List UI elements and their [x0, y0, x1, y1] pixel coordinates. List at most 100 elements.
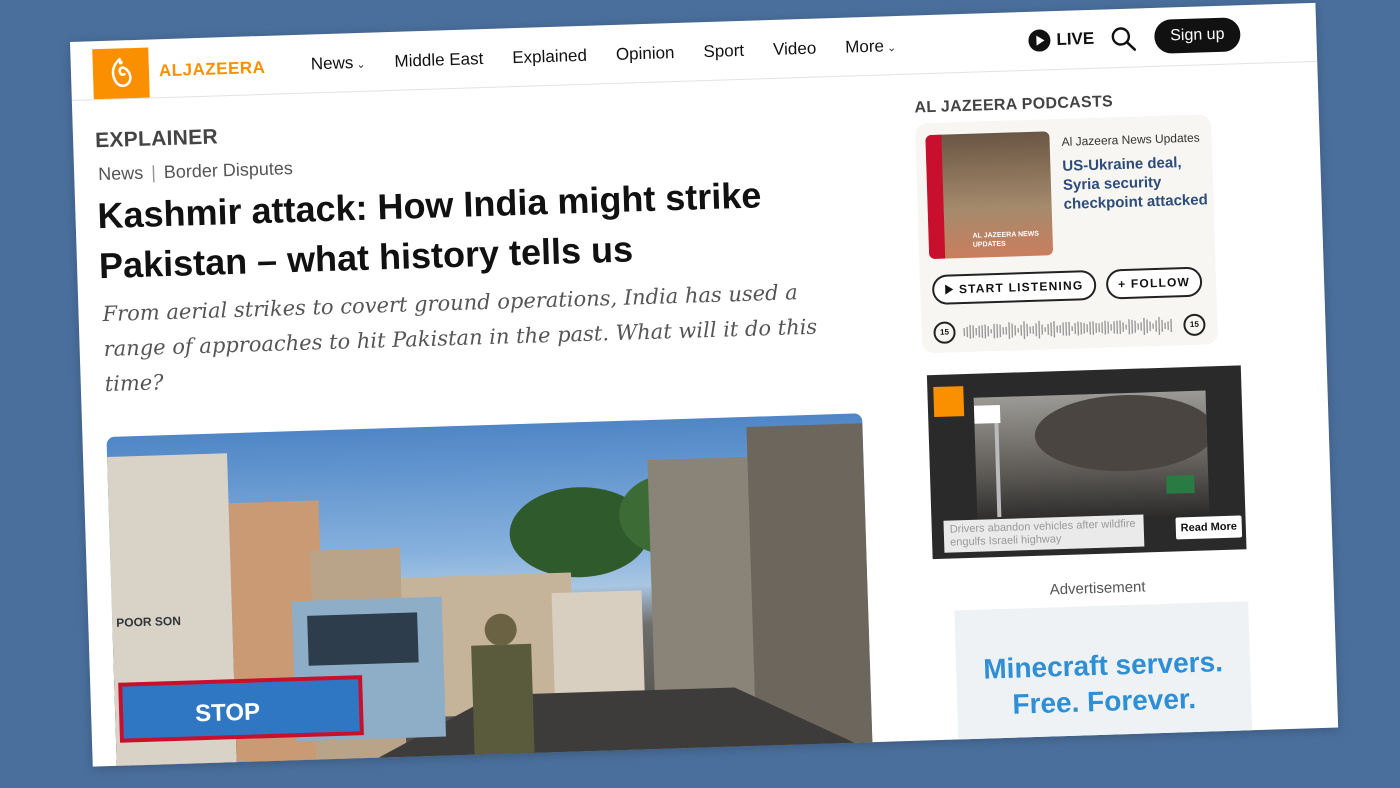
search-icon[interactable]: [1110, 26, 1137, 53]
video-caption: Drivers abandon vehicles after wildfire …: [943, 514, 1145, 553]
waveform-bar: [1101, 322, 1104, 334]
nav-item-sport[interactable]: Sport: [703, 41, 744, 62]
podcast-source: Al Jazeera News Updates: [1061, 130, 1200, 149]
waveform-bar: [1056, 325, 1059, 333]
article-headline: Kashmir attack: How India might strike P…: [96, 174, 762, 287]
nav-item-label: Middle East: [394, 49, 484, 71]
waveform-bar: [993, 323, 996, 339]
breadcrumb-item-news[interactable]: News: [98, 163, 144, 184]
sign-up-button[interactable]: Sign up: [1153, 17, 1241, 54]
building-right-2: [746, 423, 873, 747]
waveform-bar: [1047, 323, 1050, 335]
waveform-bar: [1002, 327, 1005, 335]
main-nav: News ⌄ Middle East Explained Opinion Spor…: [311, 35, 926, 74]
aljazeera-logo[interactable]: [92, 47, 150, 100]
waveform-bar: [1140, 322, 1142, 331]
waveform-bar: [1008, 322, 1011, 340]
waveform-bar: [1077, 321, 1080, 336]
waveform-bar: [1041, 324, 1044, 335]
waveform-bar: [1143, 317, 1146, 336]
nav-item-middle-east[interactable]: Middle East: [394, 49, 483, 72]
shop-sign-text: POOR SON: [116, 614, 181, 630]
live-label: LIVE: [1056, 28, 1095, 50]
podcast-thumbnail[interactable]: AL JAZEERA NEWS UPDATES: [925, 131, 1054, 260]
waveform-bar: [1152, 323, 1154, 329]
waveform-bar: [1131, 319, 1134, 334]
nav-item-opinion[interactable]: Opinion: [616, 43, 675, 65]
follow-button[interactable]: + FOLLOW: [1105, 266, 1203, 300]
waveform-bar: [981, 325, 984, 338]
advertisement-banner[interactable]: Minecraft servers. Free. Forever.: [954, 601, 1253, 751]
waveform-bar: [1080, 322, 1083, 335]
hero-scene: STOP POOR SON: [107, 423, 873, 767]
waveform-bar: [969, 324, 972, 339]
nav-item-label: Explained: [511, 45, 588, 68]
waveform-bar: [1119, 320, 1122, 334]
waveform-bar: [1137, 323, 1139, 330]
video-scene: [973, 394, 1215, 518]
read-more-button[interactable]: Read More: [1175, 515, 1243, 540]
podcast-thumb-caption: AL JAZEERA NEWS UPDATES: [972, 230, 1040, 249]
nav-item-label: More: [844, 36, 885, 57]
nav-item-label: Sport: [703, 40, 745, 62]
waveform-bar: [1044, 327, 1046, 332]
nav-item-explained[interactable]: Explained: [512, 46, 587, 68]
waveform-bar: [1062, 322, 1065, 336]
soldier: [471, 643, 535, 756]
podcasts-heading: AL JAZEERA PODCASTS: [914, 93, 1114, 117]
waveform-bar: [984, 324, 987, 339]
israel-flag: [973, 404, 1001, 424]
nav-item-news[interactable]: News ⌄: [311, 53, 366, 75]
waveform-bar: [1005, 326, 1008, 335]
logo-wordmark[interactable]: ALJAZEERA: [159, 58, 266, 81]
skip-forward-15-icon[interactable]: 15: [1183, 313, 1206, 337]
podcast-card: AL JAZEERA NEWS UPDATES Al Jazeera News …: [914, 114, 1219, 354]
start-listening-button[interactable]: START LISTENING: [931, 269, 1097, 306]
smoke-shape: [1034, 394, 1215, 472]
waveform-bar: [1110, 324, 1112, 331]
podcast-badge: [925, 134, 946, 260]
waveform-bar: [966, 326, 969, 338]
nav-item-more[interactable]: More ⌄: [845, 36, 897, 58]
waveform-bar: [999, 324, 1002, 338]
play-icon: [1028, 29, 1051, 52]
podcast-episode-title[interactable]: US-Ukraine deal, Syria security checkpoi…: [1062, 152, 1212, 214]
aljazeera-video-logo: [933, 386, 965, 418]
audio-waveform[interactable]: [963, 313, 1176, 344]
waveform-bar: [1149, 321, 1152, 331]
breadcrumb: News | Border Disputes: [98, 158, 293, 185]
waveform-bar: [972, 325, 975, 339]
pole: [994, 417, 1002, 518]
video-player[interactable]: Drivers abandon vehicles after wildfire …: [926, 365, 1247, 560]
waveform-bar: [1092, 321, 1095, 335]
site-header: ALJAZEERA News ⌄ Middle East Explained Op…: [70, 2, 1318, 101]
waveform-bar: [1113, 321, 1116, 334]
waveform-bar: [1083, 322, 1086, 334]
truck-window: [307, 612, 419, 666]
breadcrumb-item-border-disputes[interactable]: Border Disputes: [164, 158, 294, 182]
waveform-bar: [1170, 318, 1173, 333]
waveform-bar: [1014, 325, 1017, 336]
waveform-bar: [987, 326, 990, 337]
waveform-bar: [1035, 323, 1038, 337]
nav-item-label: Opinion: [615, 43, 675, 64]
waveform-bar: [1023, 321, 1026, 340]
waveform-bar: [1038, 320, 1041, 339]
waveform-bar: [1122, 322, 1125, 332]
start-listening-label: START LISTENING: [958, 278, 1084, 297]
waveform-bar: [1167, 321, 1169, 330]
waveform-bar: [1158, 316, 1161, 335]
chevron-down-icon: ⌄: [886, 42, 897, 55]
waveform-bar: [1134, 320, 1137, 333]
waveform-bar: [1029, 326, 1032, 334]
live-button[interactable]: LIVE: [1028, 28, 1094, 52]
waveform-bar: [975, 327, 978, 336]
waveform-bar: [1155, 320, 1158, 332]
skip-back-15-icon[interactable]: 15: [933, 321, 956, 345]
breadcrumb-separator: |: [150, 162, 157, 183]
nav-item-video[interactable]: Video: [773, 39, 817, 60]
ad-text: Minecraft servers. Free. Forever.: [956, 643, 1252, 724]
hero-image: STOP POOR SON: [106, 413, 873, 767]
waveform-bar: [1074, 323, 1077, 335]
article-standfirst: From aerial strikes to covert ground ope…: [102, 280, 818, 397]
